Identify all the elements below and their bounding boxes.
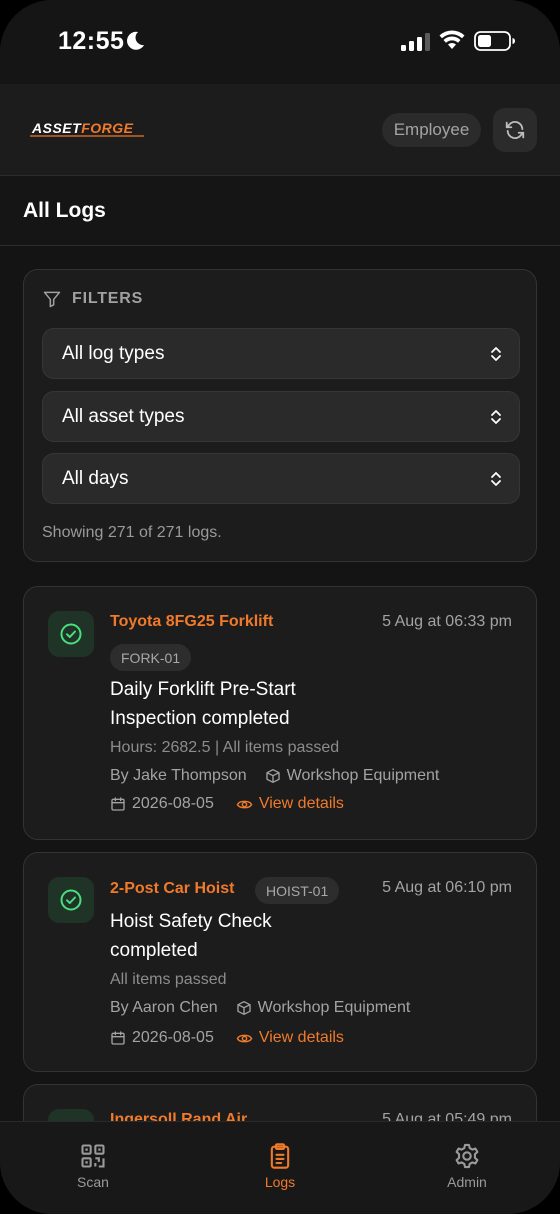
asset-tag: FORK-01 [110, 644, 192, 671]
days-value: All days [62, 467, 129, 489]
moon-icon [127, 31, 144, 50]
assetforge-logo[interactable]: ASSETFORGE [30, 120, 150, 138]
status-bar: 12:55 [0, 0, 560, 84]
log-category: Workshop Equipment [265, 767, 440, 785]
log-title: Daily Forklift Pre-Start Inspection comp… [110, 679, 296, 729]
log-timestamp: 5 Aug at 06:33 pm [382, 613, 512, 630]
chevron-up-down-icon [491, 472, 501, 486]
filters-label: FILTERS [72, 290, 144, 307]
days-select[interactable]: All days [42, 453, 520, 504]
asset-type-value: All asset types [62, 405, 185, 427]
qr-code-icon [81, 1144, 105, 1168]
nav-logs[interactable]: Logs [225, 1142, 335, 1190]
asset-tag: HOIST-01 [255, 877, 340, 904]
box-icon [236, 1001, 251, 1015]
log-asset-name[interactable]: 2-Post Car Hoist [110, 880, 234, 898]
nav-admin[interactable]: Admin [412, 1142, 522, 1190]
role-badge[interactable]: Employee [382, 113, 481, 147]
filters-header: FILTERS [42, 289, 143, 309]
log-status-badge [48, 611, 94, 657]
nav-admin-label: Admin [447, 1174, 487, 1190]
page-title-bar: All Logs [0, 176, 560, 246]
nav-logs-label: Logs [264, 1174, 296, 1190]
filter-icon [43, 291, 61, 308]
log-date-row: 2026-08-05 View details [110, 795, 344, 813]
nav-scan[interactable]: Scan [38, 1142, 148, 1190]
log-category-label: Workshop Equipment [257, 999, 411, 1016]
refresh-icon [505, 121, 525, 139]
view-details-label: View details [258, 1029, 344, 1046]
log-category: Workshop Equipment [236, 999, 411, 1017]
wifi-icon [439, 30, 465, 49]
refresh-button[interactable] [493, 108, 537, 152]
view-details-label: View details [258, 795, 344, 812]
cellular-signal-icon [401, 33, 430, 51]
calendar-icon [111, 797, 125, 811]
log-type-value: All log types [62, 342, 165, 364]
check-circle-icon [60, 889, 82, 911]
box-icon [266, 769, 280, 783]
phone-screen: 12:55 ASSETFORGE Employee All Logs FILTE… [0, 0, 560, 1214]
gear-icon [455, 1143, 479, 1169]
view-details-link[interactable]: View details [236, 795, 344, 813]
log-card[interactable]: Toyota 8FG25 Forklift 5 Aug at 06:33 pm … [23, 586, 537, 840]
log-card[interactable]: 2-Post Car Hoist HOIST-01 5 Aug at 06:10… [23, 852, 537, 1072]
log-status-badge [48, 877, 94, 923]
log-title: Hoist Safety Check completed [110, 911, 272, 961]
calendar-icon [111, 1031, 125, 1045]
eye-icon [236, 1034, 253, 1042]
log-category-label: Workshop Equipment [286, 767, 440, 784]
log-author: By Jake Thompson [110, 767, 247, 784]
filters-panel: FILTERS All log types All asset types Al… [23, 269, 537, 562]
asset-type-select[interactable]: All asset types [42, 391, 520, 442]
status-time: 12:55 [58, 27, 125, 55]
log-detail: All items passed [110, 971, 227, 988]
log-type-select[interactable]: All log types [42, 328, 520, 379]
nav-scan-label: Scan [77, 1174, 109, 1190]
eye-icon [236, 800, 253, 808]
check-circle-icon [60, 623, 82, 645]
log-date: 2026-08-05 [132, 1029, 214, 1046]
log-asset-name[interactable]: Toyota 8FG25 Forklift [110, 613, 273, 631]
results-count: Showing 271 of 271 logs. [42, 524, 222, 541]
log-author: By Aaron Chen [110, 999, 218, 1016]
log-date-row: 2026-08-05 View details [110, 1029, 344, 1047]
log-date: 2026-08-05 [132, 795, 214, 812]
log-timestamp: 5 Aug at 06:10 pm [382, 879, 512, 896]
battery-icon [474, 31, 515, 51]
svg-text:ASSETFORGE: ASSETFORGE [31, 120, 134, 136]
chevron-up-down-icon [491, 410, 501, 424]
log-detail: Hours: 2682.5 | All items passed [110, 739, 340, 756]
page-title: All Logs [23, 199, 106, 222]
chevron-up-down-icon [491, 347, 501, 361]
clipboard-list-icon [270, 1143, 290, 1169]
log-meta: By Jake Thompson Workshop Equipment [110, 767, 439, 785]
view-details-link[interactable]: View details [236, 1029, 344, 1047]
log-meta: By Aaron Chen Workshop Equipment [110, 999, 410, 1017]
bottom-nav: Scan Logs Admin [0, 1121, 560, 1214]
